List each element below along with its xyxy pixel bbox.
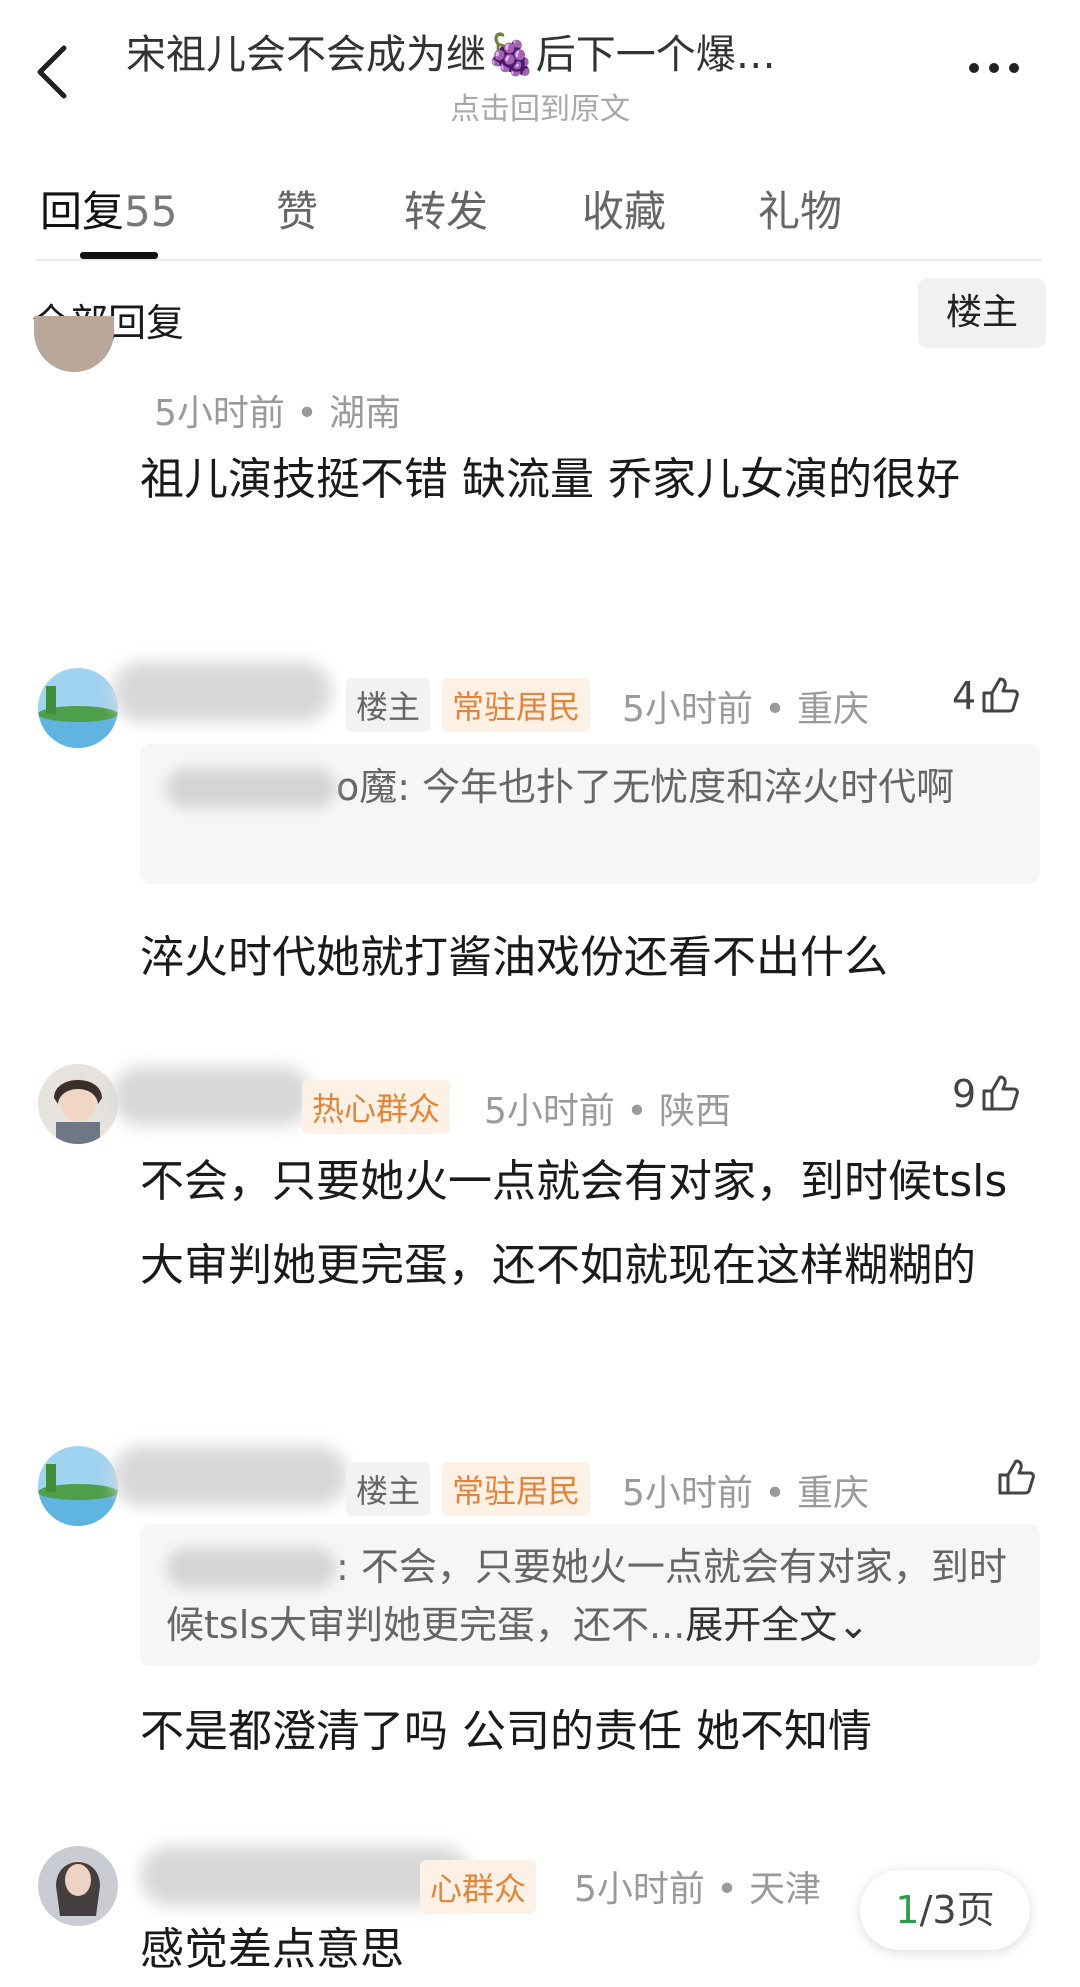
- tab-replies-label: 回复: [40, 187, 125, 236]
- like-count: 9: [952, 1072, 977, 1116]
- quoted-reply[interactable]: : 不会，只要她火一点就会有对家，到时候tsls大审判她更完蛋，还不...展开全…: [140, 1524, 1040, 1666]
- tab-favorites[interactable]: 收藏: [582, 178, 666, 239]
- comment-text[interactable]: 不是都澄清了吗 公司的责任 她不知情: [140, 1690, 1040, 1774]
- helper-badge: 心群众: [420, 1860, 537, 1914]
- thumbs-up-icon: [982, 677, 1020, 713]
- tab-replies[interactable]: 回复55: [40, 178, 177, 239]
- avatar[interactable]: [38, 1446, 118, 1526]
- owner-badge: 楼主: [346, 1462, 431, 1516]
- top-bar: 宋祖儿会不会成为继🍇后下一个爆… 点击回到原文: [0, 0, 1080, 140]
- divider: [36, 259, 1042, 261]
- quoted-author-suffix: o魔:: [336, 765, 411, 809]
- comment-time-location: 5小时前 • 湖南: [154, 393, 402, 434]
- resident-badge: 常驻居民: [442, 1462, 591, 1516]
- quoted-username-blurred: [166, 768, 336, 808]
- comment-time-location: 5小时前 • 陕西: [484, 1091, 732, 1132]
- thumbs-up-icon: [982, 1075, 1020, 1111]
- comment-text[interactable]: 不会，只要她火一点就会有对家，到时候tsls大审判她更完蛋，还不如就现在这样糊糊…: [140, 1140, 1040, 1308]
- quoted-username-blurred: [166, 1548, 336, 1588]
- comment-text[interactable]: 淬火时代她就打酱油戏份还看不出什么: [140, 916, 1040, 1000]
- quoted-reply[interactable]: o魔: 今年也扑了无忧度和淬火时代啊: [140, 744, 1040, 884]
- page-indicator[interactable]: 1/3页: [860, 1870, 1030, 1950]
- tab-replies-count: 55: [124, 187, 178, 236]
- thumbs-up-icon: [998, 1459, 1035, 1495]
- like-button[interactable]: [992, 1456, 1036, 1500]
- tab-reposts[interactable]: 转发: [404, 178, 488, 239]
- username-blurred[interactable]: [112, 662, 332, 722]
- helper-badge: 热心群众: [302, 1080, 451, 1134]
- tab-likes[interactable]: 赞: [276, 178, 318, 239]
- comment-time-location: 5小时前 • 重庆: [622, 689, 870, 730]
- avatar[interactable]: [34, 316, 114, 372]
- chevron-down-icon: ⌄: [837, 1603, 870, 1647]
- avatar[interactable]: [38, 1846, 118, 1926]
- comment-time-location: 5小时前 • 重庆: [622, 1473, 870, 1514]
- username-blurred[interactable]: [112, 1446, 348, 1506]
- tab-gifts[interactable]: 礼物: [758, 178, 842, 239]
- expand-full-text-link[interactable]: 展开全文: [685, 1603, 837, 1647]
- comment-text[interactable]: 祖儿演技挺不错 缺流量 乔家儿女演的很好: [140, 438, 1040, 522]
- back-to-original-link[interactable]: 点击回到原文: [0, 84, 1080, 128]
- more-options-icon[interactable]: [966, 58, 1022, 78]
- tab-bar: 回复55 赞 转发 收藏 礼物: [0, 160, 1080, 260]
- avatar[interactable]: [38, 668, 118, 748]
- username-blurred[interactable]: [112, 1066, 312, 1126]
- owner-only-filter-button[interactable]: 楼主: [918, 278, 1046, 348]
- avatar[interactable]: [38, 1064, 118, 1144]
- post-title[interactable]: 宋祖儿会不会成为继🍇后下一个爆…: [126, 22, 926, 80]
- resident-badge: 常驻居民: [442, 678, 591, 732]
- owner-badge: 楼主: [346, 678, 431, 732]
- quoted-text: 今年也扑了无忧度和淬火时代啊: [422, 765, 955, 809]
- current-page: 1: [895, 1888, 920, 1932]
- total-pages: /3页: [919, 1888, 995, 1932]
- like-count: 4: [952, 674, 977, 718]
- active-tab-indicator: [80, 252, 158, 259]
- like-button[interactable]: 4: [952, 674, 1020, 718]
- comment-time-location: 5小时前 • 天津: [574, 1869, 822, 1910]
- like-button[interactable]: 9: [952, 1072, 1020, 1116]
